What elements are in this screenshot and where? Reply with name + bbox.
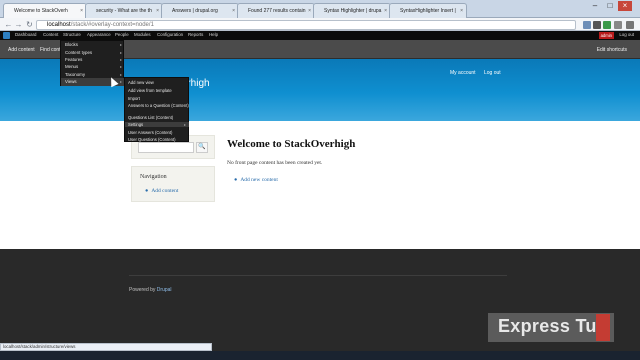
toolbar-item-help[interactable]: Help [209, 32, 218, 37]
watermark-accent [596, 314, 610, 341]
browser-tab[interactable]: Syntax Highlighter | drupa × [313, 3, 391, 18]
toolbar-item-content[interactable]: Content [43, 32, 58, 37]
browser-tab[interactable]: Found 277 results contain × [237, 3, 315, 18]
toolbar-user[interactable]: admin [598, 32, 614, 39]
menu-item-label: Features [65, 57, 83, 62]
close-icon[interactable]: × [460, 8, 463, 14]
close-icon[interactable]: × [232, 8, 235, 14]
search-icon: 🔍 [198, 144, 206, 150]
chevron-right-icon: ▸ [119, 64, 122, 69]
submenu-label: Settings [128, 122, 144, 127]
search-input[interactable] [138, 142, 194, 153]
toolbar-item-structure[interactable]: Structure [63, 32, 81, 37]
forward-arrow-icon[interactable]: → [14, 20, 23, 29]
tab-label: Syntax Highlighter | drupa [324, 8, 382, 14]
toolbar-item-configuration[interactable]: Configuration [157, 32, 183, 37]
url-host: localhost [47, 22, 71, 28]
browser-tab-strip: Welcome to StackOverh × security - What a… [0, 0, 640, 18]
url-path: /stack/#overlay-context=node/1 [70, 22, 154, 28]
extension-icon[interactable] [593, 21, 601, 29]
menu-item-label: Menus [65, 64, 79, 69]
menu-item-label: Content types [65, 50, 93, 55]
extension-icon[interactable] [603, 21, 611, 29]
close-icon[interactable]: × [156, 8, 159, 14]
tab-label: SyntaxHighlighter Insert | [400, 8, 456, 14]
content-link-label: Add new content [240, 177, 278, 183]
watermark-text: Express Tut [498, 316, 603, 336]
extension-icon[interactable] [583, 21, 591, 29]
toolbar-item-dashboard[interactable]: Dashboard [15, 32, 36, 37]
bullet-icon: ● [234, 177, 238, 183]
toolbar-item-modules[interactable]: Modules [134, 32, 151, 37]
footer-divider [129, 275, 507, 276]
shortcut-add-content[interactable]: Add content [8, 47, 35, 53]
submenu-answers-to-a-question[interactable]: Answers to a Question (Content) [125, 103, 189, 113]
submenu-add-view-from-template[interactable]: Add view from template [125, 88, 189, 93]
logout-link[interactable]: Log out [484, 70, 501, 76]
search-button[interactable]: 🔍 [196, 142, 208, 153]
browser-tab-active[interactable]: Welcome to StackOverh × [3, 3, 87, 18]
submenu-add-new-view[interactable]: Add new view [125, 80, 189, 85]
menu-item-label: Blocks [65, 42, 78, 47]
powered-by: Powered by Drupal [129, 287, 172, 293]
minimize-icon[interactable]: – [588, 1, 602, 11]
browser-tab[interactable]: SyntaxHighlighter Insert | × [389, 3, 467, 18]
browser-toolbar: ← → ↻ localhost/stack/#overlay-context=n… [0, 18, 640, 31]
submenu-user-questions[interactable]: User Questions (Content) [125, 137, 189, 142]
navigation-block: Navigation ● Add content [131, 166, 215, 202]
views-submenu: Add new view Add view from template Impo… [124, 77, 189, 142]
submenu-settings[interactable]: Settings ▸ [125, 122, 189, 127]
window-close-icon[interactable]: × [618, 1, 632, 11]
drupal-link[interactable]: Drupal [157, 287, 172, 293]
home-icon[interactable] [3, 32, 10, 39]
tab-label: security - What are the th [96, 8, 152, 14]
site-footer: Powered by Drupal Express Tut [0, 249, 640, 351]
submenu-questions-list[interactable]: Questions List (Content) [125, 115, 189, 120]
menu-item-label: Taxonomy [65, 72, 86, 77]
toolbar-item-reports[interactable]: Reports [188, 32, 203, 37]
wrench-icon[interactable] [626, 21, 634, 29]
submenu-user-answers[interactable]: User Answers (Content) [125, 130, 189, 135]
os-taskbar [0, 351, 640, 360]
close-icon[interactable]: × [384, 8, 387, 14]
watermark-logo: Express Tut [488, 313, 614, 342]
tab-label: Welcome to StackOverh [14, 8, 68, 14]
bullet-icon: ● [145, 188, 149, 194]
chevron-right-icon: ▸ [119, 42, 122, 47]
browser-tab[interactable]: security - What are the th × [85, 3, 163, 18]
extension-icon[interactable] [614, 21, 622, 29]
back-arrow-icon[interactable]: ← [4, 20, 13, 29]
tab-label: Answers | drupal.org [172, 8, 218, 14]
empty-content-text: No front page content has been created y… [227, 160, 323, 166]
navigation-title: Navigation [140, 174, 167, 180]
toolbar-item-people[interactable]: People [115, 32, 129, 37]
powered-by-label: Powered by [129, 287, 156, 293]
menu-item-label: Views [65, 79, 77, 84]
nav-link-label: Add content [151, 188, 179, 194]
status-bar-url: localhost/stack/admin/structure/views [0, 343, 212, 351]
my-account-link[interactable]: My account [450, 70, 476, 76]
admin-toolbar: Dashboard Content Structure Appearance P… [0, 31, 640, 40]
chevron-right-icon: ▸ [183, 122, 186, 127]
chevron-right-icon: ▸ [119, 79, 122, 84]
close-icon[interactable]: × [80, 8, 83, 14]
edit-shortcuts-link[interactable]: Edit shortcuts [597, 47, 627, 53]
menu-item-menus[interactable]: Menus ▸ [61, 63, 125, 71]
page-title: Welcome to StackOverhigh [227, 138, 356, 150]
reload-icon[interactable]: ↻ [25, 20, 34, 29]
submenu-import[interactable]: Import [125, 96, 189, 101]
nav-add-content-link[interactable]: ● Add content [145, 188, 178, 194]
toolbar-item-appearance[interactable]: Appearance [87, 32, 111, 37]
close-icon[interactable]: × [308, 8, 311, 14]
main-region: 🔍 Navigation ● Add content Welcome to Sta… [0, 121, 640, 249]
address-bar[interactable]: localhost/stack/#overlay-context=node/1 [36, 20, 576, 30]
tab-label: Found 277 results contain [248, 8, 306, 14]
menu-item-blocks[interactable]: Blocks ▸ [61, 41, 125, 49]
maximize-icon[interactable]: □ [603, 1, 617, 11]
browser-tab[interactable]: Answers | drupal.org × [161, 3, 239, 18]
toolbar-logout[interactable]: Log out [619, 32, 634, 37]
add-new-content-link[interactable]: ● Add new content [234, 177, 278, 183]
